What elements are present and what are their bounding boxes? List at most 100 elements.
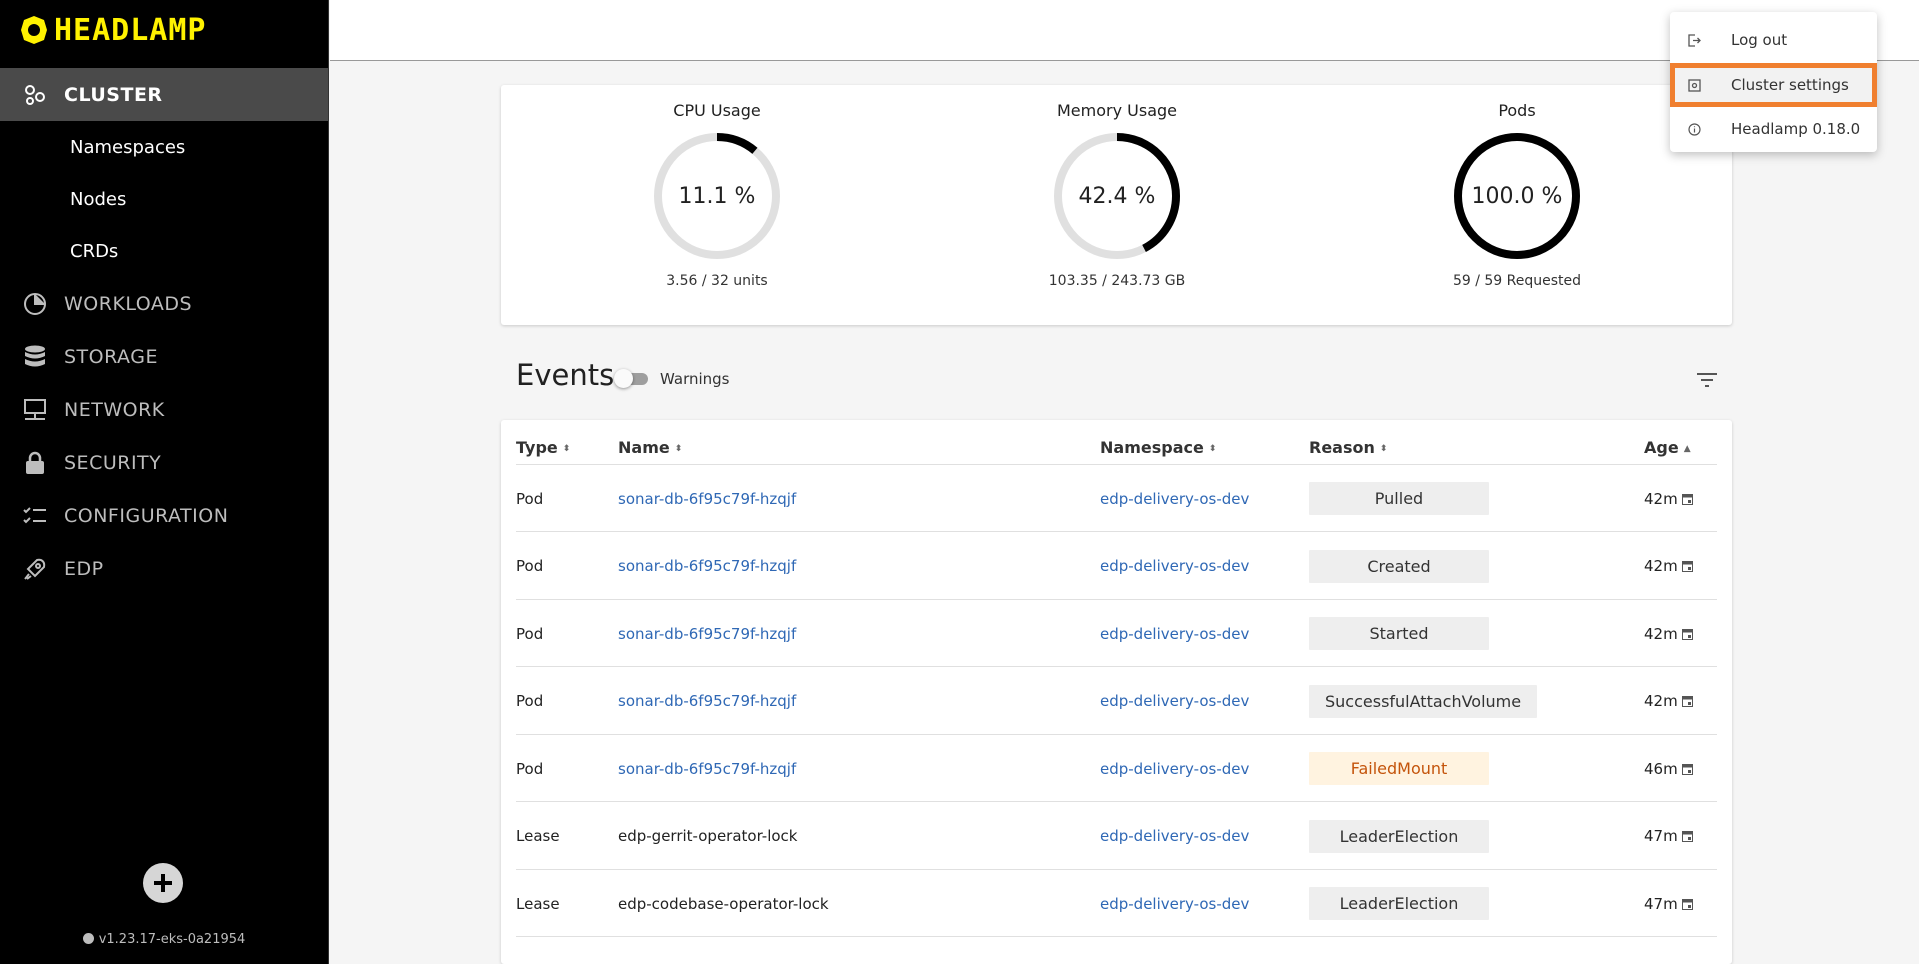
sidebar-subitem-label: Nodes bbox=[70, 188, 127, 210]
headlamp-logo[interactable]: HEADLAMP bbox=[20, 12, 207, 48]
cpu-usage-gauge: CPU Usage 11.1 % 3.56 / 32 units bbox=[607, 85, 827, 289]
sidebar-item-cluster[interactable]: CLUSTER bbox=[0, 68, 328, 121]
reason-chip: SuccessfulAttachVolume bbox=[1309, 684, 1538, 718]
type-text: Pod bbox=[516, 557, 544, 575]
cell-name[interactable]: sonar-db-6f95c79f-hzqjf bbox=[618, 600, 796, 667]
cell-reason: Pulled bbox=[1309, 465, 1489, 532]
reason-chip: Created bbox=[1309, 549, 1489, 583]
calendar-icon bbox=[1681, 493, 1693, 505]
cluster-icon bbox=[22, 82, 48, 108]
column-header-reason[interactable]: Reason ⬍ bbox=[1309, 438, 1387, 457]
sidebar-item-configuration[interactable]: CONFIGURATION bbox=[0, 489, 328, 542]
menu-item-logout[interactable]: Log out bbox=[1670, 20, 1877, 60]
cluster-overview-card: CPU Usage 11.1 % 3.56 / 32 units Memory … bbox=[501, 85, 1732, 325]
event-object-name[interactable]: sonar-db-6f95c79f-hzqjf bbox=[618, 760, 796, 778]
menu-item-version[interactable]: Headlamp 0.18.0 bbox=[1670, 109, 1877, 149]
namespace-link[interactable]: edp-delivery-os-dev bbox=[1100, 692, 1249, 710]
sidebar-item-label: NETWORK bbox=[64, 398, 165, 421]
sidebar-item-edp[interactable]: EDP bbox=[0, 542, 328, 595]
cell-namespace[interactable]: edp-delivery-os-dev bbox=[1100, 533, 1249, 600]
menu-item-label: Headlamp 0.18.0 bbox=[1731, 120, 1861, 138]
filter-icon[interactable] bbox=[1696, 371, 1718, 389]
event-object-name[interactable]: sonar-db-6f95c79f-hzqjf bbox=[618, 490, 796, 508]
sort-icon: ⬍ bbox=[562, 444, 571, 454]
table-row: Pod sonar-db-6f95c79f-hzqjf edp-delivery-o… bbox=[516, 735, 1717, 802]
events-table: Type ⬍ Name ⬍ Namespace ⬍ Reason ⬍ Age ▲ Pod s… bbox=[501, 420, 1732, 964]
sort-icon: ⬍ bbox=[1379, 444, 1388, 454]
namespace-link[interactable]: edp-delivery-os-dev bbox=[1100, 827, 1249, 845]
calendar-icon bbox=[1681, 831, 1693, 842]
sidebar-item-storage[interactable]: STORAGE bbox=[0, 330, 328, 383]
age-text: 42m bbox=[1644, 557, 1678, 575]
cell-namespace[interactable]: edp-delivery-os-dev bbox=[1100, 668, 1249, 735]
warnings-toggle[interactable] bbox=[614, 369, 648, 388]
reason-chip: Started bbox=[1309, 617, 1489, 650]
namespace-link[interactable]: edp-delivery-os-dev bbox=[1100, 895, 1249, 913]
cell-age: 47m bbox=[1644, 803, 1693, 870]
table-row: Pod sonar-db-6f95c79f-hzqjf edp-delivery-o… bbox=[516, 600, 1717, 667]
cell-namespace[interactable]: edp-delivery-os-dev bbox=[1100, 803, 1249, 870]
column-header-name[interactable]: Name ⬍ bbox=[618, 438, 682, 457]
column-header-type[interactable]: Type ⬍ bbox=[516, 438, 570, 457]
sidebar-item-label: EDP bbox=[64, 557, 104, 580]
gauge-detail: 59 / 59 Requested bbox=[1452, 273, 1582, 289]
sidebar-subitem-nodes[interactable]: Nodes bbox=[0, 173, 328, 225]
cell-reason: LeaderElection bbox=[1309, 870, 1489, 937]
pods-gauge: Pods 100.0 % 59 / 59 Requested bbox=[1407, 85, 1627, 289]
type-text: Lease bbox=[516, 894, 560, 913]
network-icon bbox=[22, 397, 48, 423]
table-row: Pod sonar-db-6f95c79f-hzqjf edp-delivery-o… bbox=[516, 465, 1717, 532]
cell-namespace[interactable]: edp-delivery-os-dev bbox=[1100, 735, 1249, 802]
gauge-value: 42.4 % bbox=[1078, 183, 1156, 209]
cell-namespace[interactable]: edp-delivery-os-dev bbox=[1100, 600, 1249, 667]
column-header-namespace[interactable]: Namespace ⬍ bbox=[1100, 438, 1216, 457]
cell-name: edp-gerrit-operator-lock bbox=[618, 803, 798, 870]
sidebar-item-network[interactable]: NETWORK bbox=[0, 383, 328, 436]
namespace-link[interactable]: edp-delivery-os-dev bbox=[1100, 557, 1249, 575]
table-row: Lease edp-gerrit-operator-lock edp-deliver… bbox=[516, 803, 1717, 870]
cell-age: 42m bbox=[1644, 600, 1693, 667]
age-text: 42m bbox=[1644, 489, 1678, 508]
sidebar-item-workloads[interactable]: WORKLOADS bbox=[0, 277, 328, 330]
age-text: 47m bbox=[1644, 827, 1678, 845]
namespace-link[interactable]: edp-delivery-os-dev bbox=[1100, 490, 1249, 508]
namespace-link[interactable]: edp-delivery-os-dev bbox=[1100, 625, 1249, 643]
settings-icon bbox=[1687, 78, 1701, 92]
type-text: Lease bbox=[516, 827, 560, 845]
sidebar-item-security[interactable]: SECURITY bbox=[0, 436, 328, 489]
cell-type: Lease bbox=[516, 870, 560, 937]
menu-item-cluster-settings[interactable]: Cluster settings bbox=[1670, 63, 1877, 107]
event-object-name[interactable]: sonar-db-6f95c79f-hzqjf bbox=[618, 692, 796, 710]
user-menu: Log out Cluster settings Headlamp 0.18.0 bbox=[1670, 12, 1877, 152]
calendar-icon bbox=[1681, 763, 1693, 775]
cell-type: Lease bbox=[516, 803, 560, 870]
add-cluster-button[interactable] bbox=[143, 863, 183, 903]
plus-icon bbox=[154, 874, 172, 892]
gauge-value: 100.0 % bbox=[1471, 183, 1563, 209]
reason-chip: LeaderElection bbox=[1309, 887, 1489, 920]
events-title: Events bbox=[516, 358, 615, 392]
sidebar-nav: CLUSTER Namespaces Nodes CRDs WORKLOADS … bbox=[0, 68, 328, 595]
sidebar-item-label: STORAGE bbox=[64, 345, 158, 368]
sidebar-item-label: SECURITY bbox=[64, 451, 162, 474]
age-text: 46m bbox=[1644, 759, 1678, 778]
namespace-link[interactable]: edp-delivery-os-dev bbox=[1100, 760, 1249, 778]
memory-usage-gauge: Memory Usage 42.4 % 103.35 / 243.73 GB bbox=[1007, 85, 1227, 289]
column-header-age[interactable]: Age ▲ bbox=[1644, 438, 1691, 457]
sidebar-subitem-namespaces[interactable]: Namespaces bbox=[0, 121, 328, 173]
cell-name[interactable]: sonar-db-6f95c79f-hzqjf bbox=[618, 668, 796, 735]
kubernetes-icon bbox=[82, 933, 94, 944]
cell-name[interactable]: sonar-db-6f95c79f-hzqjf bbox=[618, 533, 796, 600]
cell-namespace[interactable]: edp-delivery-os-dev bbox=[1100, 465, 1249, 532]
version-text: v1.23.17-eks-0a21954 bbox=[98, 932, 246, 947]
sort-ascending-icon: ▲ bbox=[1683, 444, 1691, 454]
sidebar-subitem-crds[interactable]: CRDs bbox=[0, 225, 328, 277]
calendar-icon bbox=[1681, 696, 1693, 707]
event-object-name[interactable]: sonar-db-6f95c79f-hzqjf bbox=[618, 557, 796, 575]
cell-namespace[interactable]: edp-delivery-os-dev bbox=[1100, 870, 1249, 937]
cell-name[interactable]: sonar-db-6f95c79f-hzqjf bbox=[618, 735, 796, 802]
cell-type: Pod bbox=[516, 533, 543, 600]
cell-age: 47m bbox=[1644, 870, 1693, 937]
event-object-name[interactable]: sonar-db-6f95c79f-hzqjf bbox=[618, 625, 796, 643]
cell-name[interactable]: sonar-db-6f95c79f-hzqjf bbox=[618, 465, 796, 532]
